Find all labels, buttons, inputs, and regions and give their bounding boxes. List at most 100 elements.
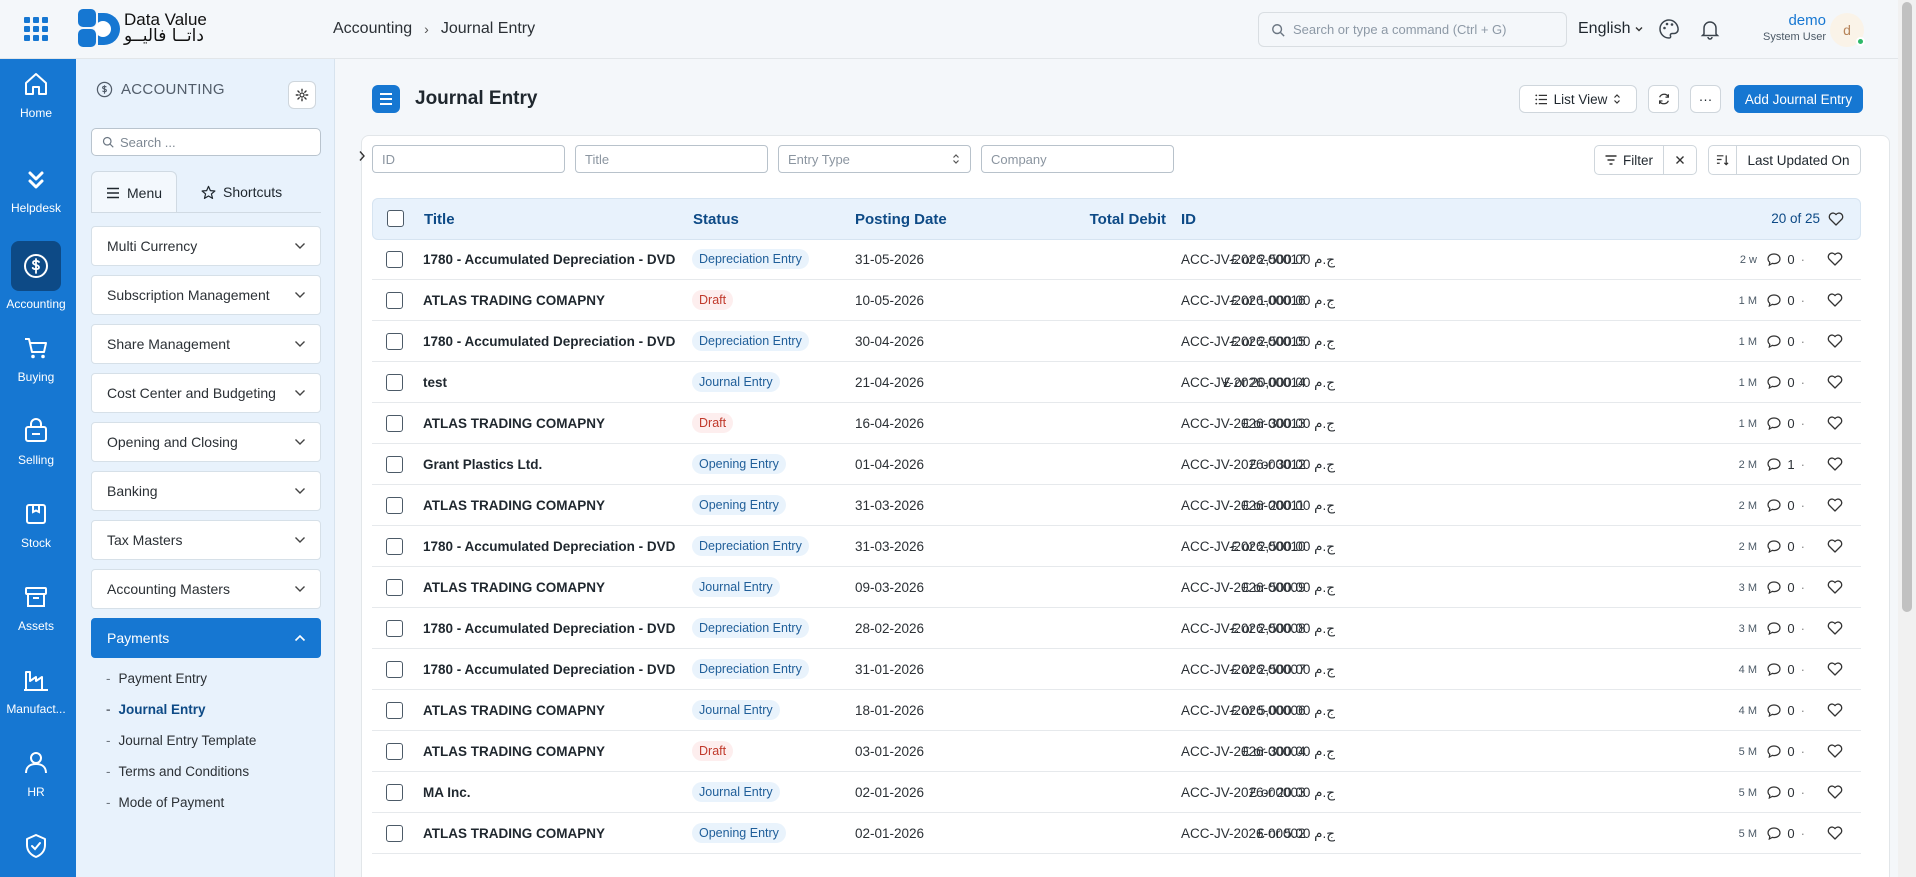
sidebar-group-cost-center[interactable]: Cost Center and Budgeting [91,373,321,413]
sidebar-group-multi-currency[interactable]: Multi Currency [91,226,321,266]
toggle-sidebar-button[interactable] [372,85,400,113]
row-comments[interactable]: 0 · [1767,744,1805,759]
row-checkbox[interactable] [386,743,403,760]
row-checkbox[interactable] [386,497,403,514]
breadcrumb-journal-entry[interactable]: Journal Entry [441,20,535,38]
rail-item-buying[interactable]: Buying [0,334,72,384]
sidebar-link-payment-entry[interactable]: - Payment Entry [106,671,207,686]
sidebar-link-terms-conditions[interactable]: - Terms and Conditions [106,764,249,779]
row-checkbox[interactable] [386,579,403,596]
row-comments[interactable]: 0 · [1767,580,1805,595]
column-posting-date[interactable]: Posting Date [855,211,947,228]
logo-icon[interactable] [76,7,120,51]
chevron-right-icon[interactable] [355,142,369,170]
row-title[interactable]: ATLAS TRADING COMAPNY [423,416,605,431]
row-title[interactable]: 1780 - Accumulated Depreciation - DVD [423,621,675,636]
heart-icon[interactable] [1827,703,1843,717]
table-row[interactable]: 1780 - Accumulated Depreciation - DVD Dep… [372,321,1861,362]
refresh-button[interactable] [1648,85,1679,113]
row-checkbox[interactable] [386,825,403,842]
page-scrollbar[interactable] [1898,0,1916,877]
bell-icon[interactable] [1699,18,1721,40]
row-title[interactable]: 1780 - Accumulated Depreciation - DVD [423,252,675,267]
table-row[interactable]: test Journal Entry 21-04-2026 £ or 20,000.0… [372,362,1861,403]
column-status[interactable]: Status [693,211,739,228]
table-row[interactable]: ATLAS TRADING COMAPNY Journal Entry 09-03-… [372,567,1861,608]
row-checkbox[interactable] [386,415,403,432]
column-total-debit[interactable]: Total Debit [1090,211,1166,228]
row-title[interactable]: ATLAS TRADING COMAPNY [423,744,605,759]
heart-icon[interactable] [1827,375,1843,389]
row-title[interactable]: ATLAS TRADING COMAPNY [423,826,605,841]
filter-company-input[interactable]: Company [981,145,1174,173]
table-row[interactable]: ATLAS TRADING COMAPNY Draft 03-01-2026 £ or… [372,731,1861,772]
row-title[interactable]: 1780 - Accumulated Depreciation - DVD [423,334,675,349]
rail-item-helpdesk[interactable]: Helpdesk [0,169,72,215]
avatar[interactable]: d [1830,13,1865,47]
filter-title-input[interactable]: Title [575,145,768,173]
global-search-input[interactable]: Search or type a command (Ctrl + G) [1258,12,1567,47]
rail-item-accounting[interactable]: Accounting [0,241,72,311]
sidebar-group-share-management[interactable]: Share Management [91,324,321,364]
rail-item-home[interactable]: Home [0,70,72,120]
rail-item-assets[interactable]: Assets [0,583,72,633]
row-comments[interactable]: 0 · [1767,539,1805,554]
heart-icon[interactable] [1827,662,1843,676]
filter-entry-type-select[interactable]: Entry Type [778,145,971,173]
breadcrumb-accounting[interactable]: Accounting [333,20,412,38]
filter-id-input[interactable]: ID [372,145,565,173]
user-info[interactable]: demo System User [1746,13,1826,45]
heart-icon[interactable] [1827,785,1843,799]
table-row[interactable]: ATLAS TRADING COMAPNY Opening Entry 02-01-… [372,813,1861,854]
heart-icon[interactable] [1827,826,1843,840]
heart-icon[interactable] [1827,252,1843,266]
rail-item-quality[interactable] [0,832,72,868]
row-title[interactable]: ATLAS TRADING COMAPNY [423,498,605,513]
row-comments[interactable]: 0 · [1767,785,1805,800]
more-actions-button[interactable]: ··· [1690,85,1721,113]
row-comments[interactable]: 0 · [1767,375,1805,390]
sidebar-group-accounting-masters[interactable]: Accounting Masters [91,569,321,609]
table-row[interactable]: ATLAS TRADING COMAPNY Opening Entry 31-03-… [372,485,1861,526]
sidebar-group-opening-closing[interactable]: Opening and Closing [91,422,321,462]
column-id[interactable]: ID [1181,211,1196,228]
sidebar-group-banking[interactable]: Banking [91,471,321,511]
rail-item-manufacturing[interactable]: Manufact... [0,666,72,716]
clear-filter-button[interactable] [1663,145,1697,175]
row-title[interactable]: MA Inc. [423,785,471,800]
sidebar-group-payments[interactable]: Payments [91,618,321,658]
heart-icon[interactable] [1827,539,1843,553]
row-comments[interactable]: 0 · [1767,293,1805,308]
filter-button[interactable]: Filter [1594,145,1664,175]
row-comments[interactable]: 0 · [1767,826,1805,841]
row-comments[interactable]: 0 · [1767,334,1805,349]
row-title[interactable]: 1780 - Accumulated Depreciation - DVD [423,539,675,554]
row-checkbox[interactable] [386,702,403,719]
row-checkbox[interactable] [386,374,403,391]
sidebar-search-input[interactable]: Search ... [91,128,321,156]
table-row[interactable]: 1780 - Accumulated Depreciation - DVD Dep… [372,649,1861,690]
palette-icon[interactable] [1658,18,1680,40]
heart-icon[interactable] [1827,580,1843,594]
column-title[interactable]: Title [424,211,455,228]
sidebar-group-subscription-management[interactable]: Subscription Management [91,275,321,315]
row-title[interactable]: ATLAS TRADING COMAPNY [423,580,605,595]
row-comments[interactable]: 0 · [1767,621,1805,636]
row-checkbox[interactable] [386,784,403,801]
row-comments[interactable]: 0 · [1767,662,1805,677]
row-comments[interactable]: 0 · [1767,703,1805,718]
heart-icon[interactable] [1828,212,1844,226]
select-all-checkbox[interactable] [387,210,404,227]
heart-icon[interactable] [1827,498,1843,512]
heart-icon[interactable] [1827,334,1843,348]
tab-menu[interactable]: Menu [91,171,178,213]
table-row[interactable]: 1780 - Accumulated Depreciation - DVD Dep… [372,526,1861,567]
rail-item-hr[interactable]: HR [0,749,72,799]
row-comments[interactable]: 1 · [1767,457,1805,472]
scrollbar-thumb[interactable] [1902,2,1912,612]
sidebar-group-tax-masters[interactable]: Tax Masters [91,520,321,560]
row-checkbox[interactable] [386,456,403,473]
row-checkbox[interactable] [386,251,403,268]
row-title[interactable]: Grant Plastics Ltd. [423,457,542,472]
row-comments[interactable]: 0 · [1767,498,1805,513]
